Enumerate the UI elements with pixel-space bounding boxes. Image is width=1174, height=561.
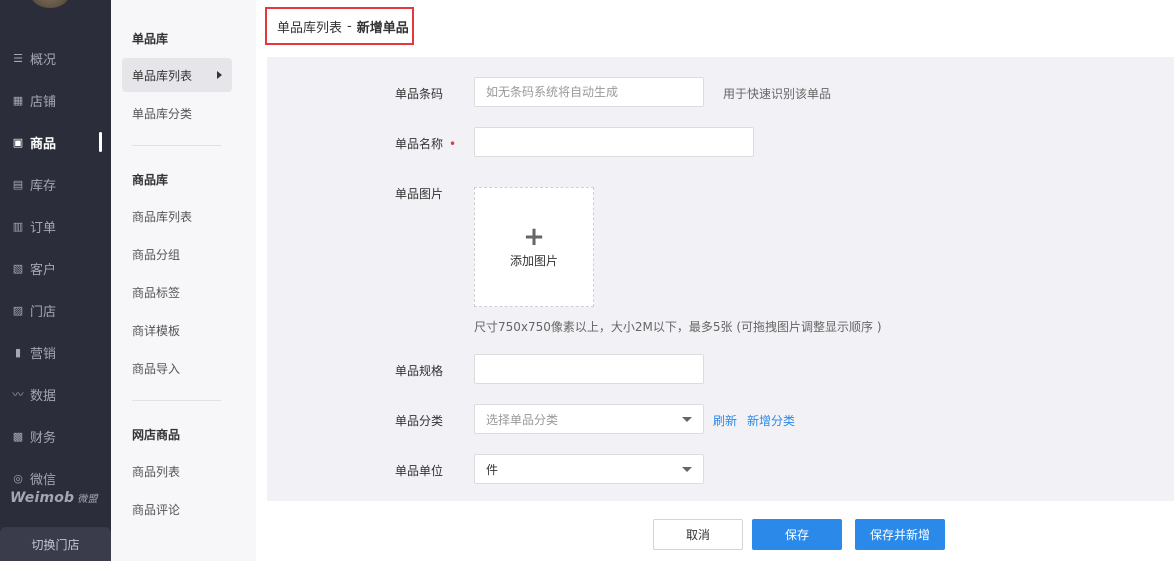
nav-item-label: 库存 bbox=[30, 178, 57, 194]
unit-label: 单品单位 bbox=[395, 464, 444, 478]
wechat-icon: ◎ bbox=[13, 471, 23, 485]
bar-chart-icon: ▮ bbox=[14, 345, 22, 359]
main-nav: ☰ 概况 ▦ 店铺 ▣ 商品 ▤ 库存 ▥ 订单 ▧ 客户 ▨ 门店 ▮ 营销 … bbox=[0, 0, 111, 561]
submenu-item-sku-category[interactable]: 单品库分类 bbox=[122, 96, 232, 130]
category-select-value: 选择单品分类 bbox=[486, 412, 559, 427]
breadcrumb-parent[interactable]: 单品库列表 bbox=[277, 17, 342, 36]
barcode-label: 单品条码 bbox=[395, 87, 444, 101]
nav-item-wechat[interactable]: ◎ 微信 bbox=[0, 466, 111, 490]
nav-item-label: 订单 bbox=[30, 220, 57, 236]
submenu-item-goods-import[interactable]: 商品导入 bbox=[122, 351, 232, 385]
unit-select[interactable]: 件 bbox=[474, 454, 704, 484]
nav-item-order[interactable]: ▥ 订单 bbox=[0, 214, 111, 238]
submenu-group-title: 商品库 bbox=[132, 173, 169, 187]
barcode-input[interactable] bbox=[474, 77, 704, 107]
goods-icon: ▣ bbox=[12, 135, 24, 149]
spec-label: 单品规格 bbox=[395, 364, 444, 378]
nav-item-label: 微信 bbox=[30, 472, 57, 488]
add-image-button[interactable]: + 添加图片 bbox=[474, 187, 594, 307]
name-label: 单品名称 • bbox=[395, 135, 456, 152]
save-button[interactable]: 保存 bbox=[752, 519, 842, 550]
submenu-item-goods-group[interactable]: 商品分组 bbox=[122, 237, 232, 271]
nav-item-label: 概况 bbox=[30, 52, 57, 68]
nav-item-label: 财务 bbox=[30, 430, 57, 446]
category-label: 单品分类 bbox=[395, 414, 444, 428]
nav-item-label: 门店 bbox=[30, 304, 57, 320]
barcode-hint: 用于快速识别该单品 bbox=[723, 87, 832, 101]
refresh-link[interactable]: 刷新 bbox=[713, 412, 737, 429]
save-and-add-button[interactable]: 保存并新增 bbox=[855, 519, 945, 550]
name-label-text: 单品名称 bbox=[395, 137, 444, 151]
breadcrumb-separator: - bbox=[347, 18, 352, 34]
add-image-label: 添加图片 bbox=[509, 253, 558, 268]
image-hint: 尺寸750x750像素以上，大小2M以下，最多5张 (可拖拽图片调整显示顺序 ) bbox=[474, 320, 882, 334]
inventory-icon: ▤ bbox=[12, 177, 24, 191]
order-icon: ▥ bbox=[12, 219, 24, 233]
spec-input[interactable] bbox=[474, 354, 704, 384]
nav-item-finance[interactable]: ▩ 财务 bbox=[0, 424, 111, 448]
line-chart-icon: 〰 bbox=[12, 388, 24, 401]
logo-text: Weimob bbox=[10, 490, 75, 506]
category-select[interactable]: 选择单品分类 bbox=[474, 404, 704, 434]
submenu-item-online-goods-list[interactable]: 商品列表 bbox=[122, 454, 232, 488]
nav-item-marketing[interactable]: ▮ 营销 bbox=[0, 340, 111, 364]
submenu-item-detail-template[interactable]: 商详模板 bbox=[122, 313, 232, 347]
nav-item-shop[interactable]: ▨ 门店 bbox=[0, 298, 111, 322]
nav-item-store[interactable]: ▦ 店铺 bbox=[0, 88, 111, 112]
nav-item-label: 客户 bbox=[30, 262, 57, 278]
nav-item-overview[interactable]: ☰ 概况 bbox=[0, 46, 111, 70]
name-input[interactable] bbox=[474, 127, 754, 157]
logo-sub-text: 微盟 bbox=[77, 494, 98, 505]
sub-menu: 单品库 单品库列表 单品库分类 商品库 商品库列表 商品分组 商品标签 商详模板… bbox=[111, 0, 256, 561]
submenu-item-sku-list[interactable]: 单品库列表 bbox=[122, 58, 232, 92]
submenu-item-goods-tag[interactable]: 商品标签 bbox=[122, 275, 232, 309]
nav-item-goods[interactable]: ▣ 商品 bbox=[0, 130, 111, 154]
nav-item-customer[interactable]: ▧ 客户 bbox=[0, 256, 111, 280]
weimob-logo: Weimob 微盟 bbox=[10, 490, 98, 506]
submenu-item-goods-review[interactable]: 商品评论 bbox=[122, 492, 232, 526]
list-icon: ☰ bbox=[13, 51, 23, 65]
nav-item-label: 数据 bbox=[30, 388, 57, 404]
nav-item-label: 店铺 bbox=[30, 94, 57, 110]
submenu-group-title: 单品库 bbox=[132, 32, 169, 46]
form-panel: 单品条码 用于快速识别该单品 单品名称 • 单品图片 + 添加图片 尺寸750x7… bbox=[267, 57, 1174, 501]
image-label: 单品图片 bbox=[395, 187, 444, 201]
unit-select-value: 件 bbox=[486, 462, 499, 477]
switch-store-button[interactable]: 切换门店 bbox=[0, 527, 111, 561]
breadcrumb-current: 新增单品 bbox=[356, 20, 409, 36]
cancel-button[interactable]: 取消 bbox=[653, 519, 743, 550]
chevron-down-icon bbox=[682, 466, 692, 472]
main-content: 单品库列表 - 新增单品 单品条码 用于快速识别该单品 单品名称 • 单品图片 +… bbox=[256, 0, 1174, 561]
submenu-divider bbox=[132, 400, 221, 401]
avatar[interactable] bbox=[30, 0, 70, 8]
breadcrumb: 单品库列表 - 新增单品 bbox=[265, 7, 414, 45]
plus-icon: + bbox=[523, 221, 545, 252]
nav-item-data[interactable]: 〰 数据 bbox=[0, 382, 111, 406]
nav-item-inventory[interactable]: ▤ 库存 bbox=[0, 172, 111, 196]
required-mark: • bbox=[449, 137, 457, 151]
customer-icon: ▧ bbox=[12, 261, 24, 275]
calculator-icon: ▩ bbox=[12, 429, 24, 443]
nav-item-label: 营销 bbox=[30, 346, 57, 362]
store-icon: ▦ bbox=[12, 93, 24, 107]
add-category-link[interactable]: 新增分类 bbox=[747, 412, 795, 429]
submenu-item-goods-list[interactable]: 商品库列表 bbox=[122, 199, 232, 233]
shop-icon: ▨ bbox=[12, 303, 24, 317]
submenu-group-title: 网店商品 bbox=[132, 428, 181, 442]
submenu-divider bbox=[132, 145, 221, 146]
chevron-down-icon bbox=[682, 416, 692, 422]
nav-item-label: 商品 bbox=[30, 136, 57, 152]
